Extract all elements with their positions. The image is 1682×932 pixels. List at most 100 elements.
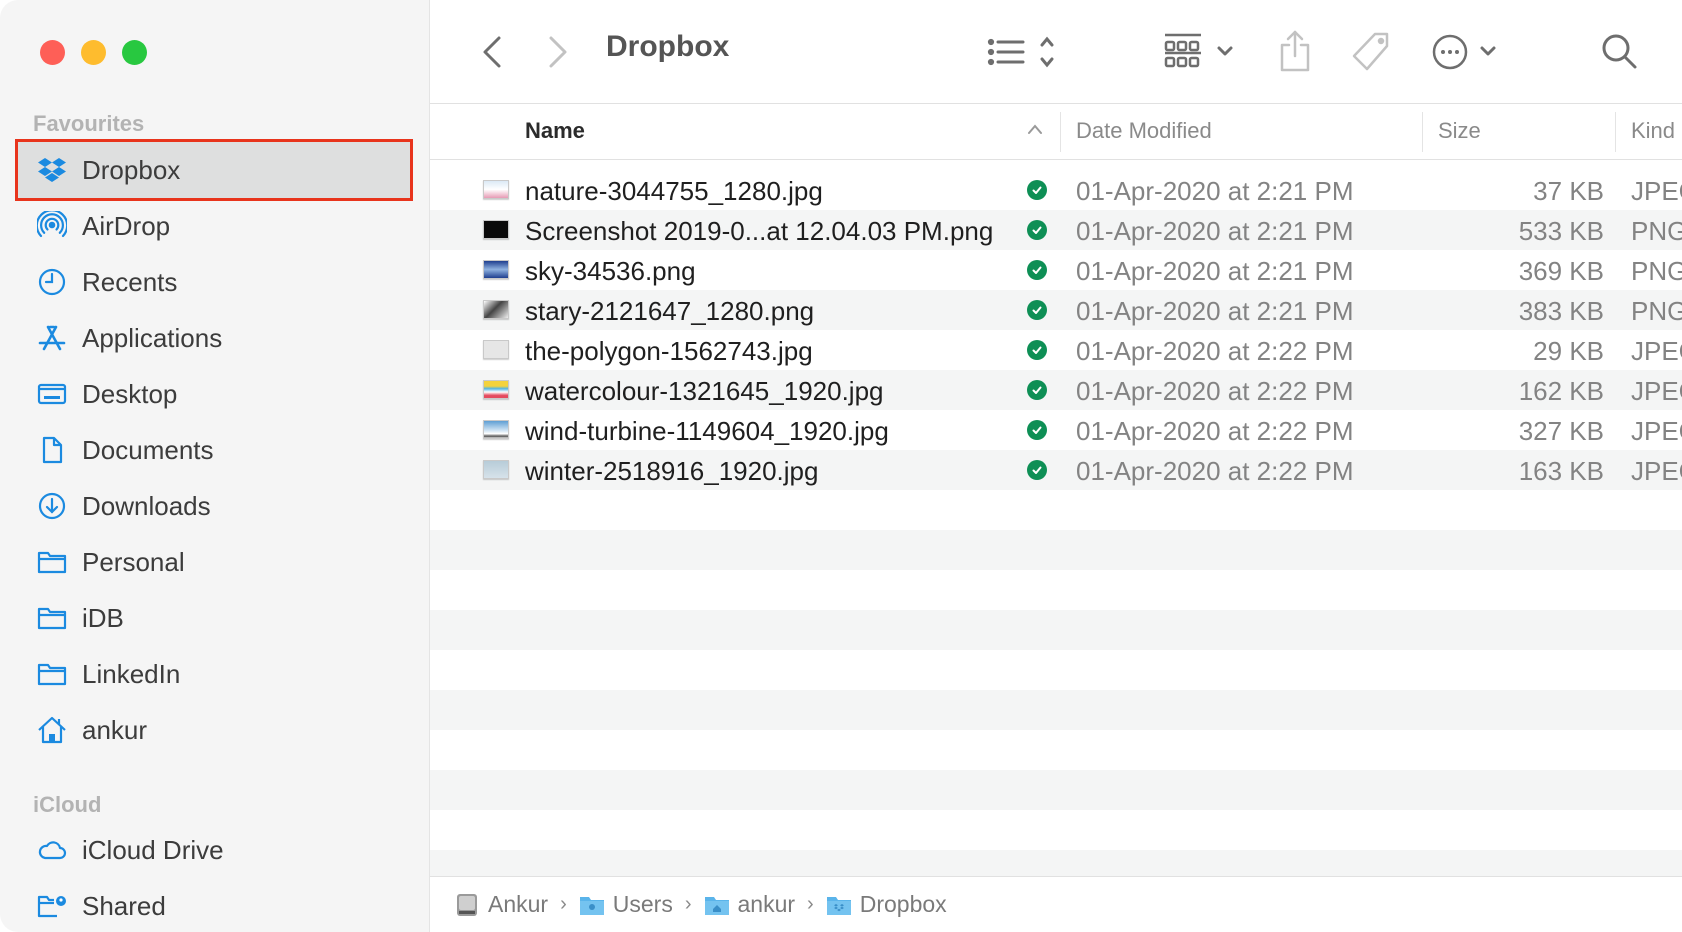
sidebar-item-label: Documents: [82, 434, 214, 465]
sidebar-item-idb[interactable]: iDB: [18, 590, 410, 646]
list-view-icon: [987, 35, 1057, 69]
sidebar-item-label: LinkedIn: [82, 658, 181, 689]
folder-icon: [35, 657, 69, 691]
file-kind: JPEG: [1631, 336, 1682, 366]
file-size: 533 KB: [1518, 216, 1604, 246]
sidebar-item-downloads[interactable]: Downloads: [18, 478, 410, 534]
view-mode-button[interactable]: [982, 30, 1062, 74]
path-crumb-dropbox[interactable]: Dropbox: [826, 891, 947, 918]
column-header-date-modified[interactable]: Date Modified: [1076, 118, 1212, 144]
file-kind: PNG: [1631, 296, 1682, 326]
file-size: 383 KB: [1518, 296, 1604, 326]
file-list: nature-3044755_1280.jpg 01-Apr-2020 at 2…: [430, 160, 1682, 876]
image-thumbnail: [483, 340, 509, 359]
file-kind: JPEG: [1631, 176, 1682, 206]
chevron-right-icon: [547, 34, 569, 70]
sidebar-item-desktop[interactable]: Desktop: [18, 366, 410, 422]
table-row[interactable]: nature-3044755_1280.jpg 01-Apr-2020 at 2…: [430, 170, 1682, 210]
sidebar-item-ankur[interactable]: ankur: [18, 702, 410, 758]
file-name: wind-turbine-1149604_1920.jpg: [525, 416, 889, 446]
search-button[interactable]: [1598, 30, 1642, 74]
empty-row-stripe: [430, 770, 1682, 810]
sidebar-item-label: Recents: [82, 266, 178, 297]
empty-row-stripe: [430, 610, 1682, 650]
table-row[interactable]: winter-2518916_1920.jpg 01-Apr-2020 at 2…: [430, 450, 1682, 490]
section-label-icloud: iCloud: [33, 792, 102, 817]
file-size: 37 KB: [1533, 176, 1604, 206]
sidebar-item-dropbox[interactable]: Dropbox: [15, 139, 413, 201]
file-name: stary-2121647_1280.png: [525, 296, 815, 326]
sidebar-item-label: iDB: [82, 602, 124, 633]
file-size: 369 KB: [1518, 256, 1604, 286]
file-date: 01-Apr-2020 at 2:21 PM: [1076, 296, 1354, 326]
table-row[interactable]: stary-2121647_1280.png 01-Apr-2020 at 2:…: [430, 290, 1682, 330]
file-date: 01-Apr-2020 at 2:21 PM: [1076, 216, 1354, 246]
empty-row-stripe: [430, 690, 1682, 730]
tag-button[interactable]: [1348, 28, 1396, 76]
folder-icon: [35, 601, 69, 635]
sidebar-item-recents[interactable]: Recents: [18, 254, 410, 310]
file-name: nature-3044755_1280.jpg: [525, 176, 823, 206]
column-header-name[interactable]: Name: [525, 118, 585, 144]
sidebar-item-label: Shared: [82, 890, 166, 921]
folder-icon: [35, 545, 69, 579]
main-pane: Dropbox Name Date Modified Size Kind nat…: [430, 0, 1682, 932]
forward-button[interactable]: [538, 30, 578, 74]
sidebar-item-shared[interactable]: Shared: [18, 878, 410, 932]
search-icon: [1601, 33, 1639, 71]
window-title: Dropbox: [606, 30, 730, 63]
column-header-kind[interactable]: Kind: [1631, 118, 1675, 144]
back-button[interactable]: [472, 30, 512, 74]
file-name: watercolour-1321645_1920.jpg: [525, 376, 884, 406]
sidebar-item-airdrop[interactable]: AirDrop: [18, 198, 410, 254]
window-controls: [40, 40, 147, 65]
image-thumbnail: [483, 380, 509, 399]
path-crumb-users[interactable]: Users: [579, 891, 673, 918]
zoom-window-button[interactable]: [122, 40, 147, 65]
column-divider[interactable]: [1615, 112, 1616, 152]
path-crumb-label: ankur: [737, 891, 796, 917]
file-name: the-polygon-1562743.jpg: [525, 336, 813, 366]
column-header-size[interactable]: Size: [1438, 118, 1481, 144]
column-divider[interactable]: [1422, 112, 1423, 152]
sidebar-item-applications[interactable]: Applications: [18, 310, 410, 366]
chevron-right-icon: ›: [560, 893, 567, 915]
sidebar-item-label: ankur: [82, 714, 148, 745]
file-date: 01-Apr-2020 at 2:22 PM: [1076, 416, 1354, 446]
sidebar-item-documents[interactable]: Documents: [18, 422, 410, 478]
table-row[interactable]: wind-turbine-1149604_1920.jpg 01-Apr-202…: [430, 410, 1682, 450]
image-thumbnail: [483, 460, 509, 479]
synced-check-icon: [1027, 300, 1047, 320]
path-crumb-home[interactable]: ankur: [704, 891, 796, 918]
sort-ascending-icon[interactable]: [1026, 122, 1044, 141]
sidebar-item-icloud-drive[interactable]: iCloud Drive: [18, 822, 410, 878]
table-row[interactable]: Screenshot 2019-0...at 12.04.03 PM.png 0…: [430, 210, 1682, 250]
close-window-button[interactable]: [40, 40, 65, 65]
tag-icon: [1351, 31, 1393, 73]
file-kind: JPEG: [1631, 376, 1682, 406]
table-row[interactable]: sky-34536.png 01-Apr-2020 at 2:21 PM 369…: [430, 250, 1682, 290]
path-crumb-ankur[interactable]: Ankur: [454, 891, 548, 918]
share-button[interactable]: [1275, 26, 1315, 76]
table-row[interactable]: the-polygon-1562743.jpg 01-Apr-2020 at 2…: [430, 330, 1682, 370]
image-thumbnail: [483, 180, 509, 199]
sidebar-item-personal[interactable]: Personal: [18, 534, 410, 590]
column-divider[interactable]: [1060, 112, 1061, 152]
chevron-right-icon: ›: [807, 893, 814, 915]
minimize-window-button[interactable]: [81, 40, 106, 65]
applications-icon: [35, 321, 69, 355]
file-name: sky-34536.png: [525, 256, 696, 286]
group-button[interactable]: [1160, 30, 1242, 74]
home-icon: [35, 713, 69, 747]
toolbar: Dropbox: [430, 0, 1682, 104]
ellipsis-circle-icon: [1432, 32, 1508, 72]
cloud-icon: [35, 833, 69, 867]
sidebar-item-linkedin[interactable]: LinkedIn: [18, 646, 410, 702]
synced-check-icon: [1027, 380, 1047, 400]
chevron-left-icon: [481, 34, 503, 70]
image-thumbnail: [483, 260, 509, 279]
table-row[interactable]: watercolour-1321645_1920.jpg 01-Apr-2020…: [430, 370, 1682, 410]
more-actions-button[interactable]: [1430, 30, 1510, 74]
download-icon: [35, 489, 69, 523]
document-icon: [35, 433, 69, 467]
